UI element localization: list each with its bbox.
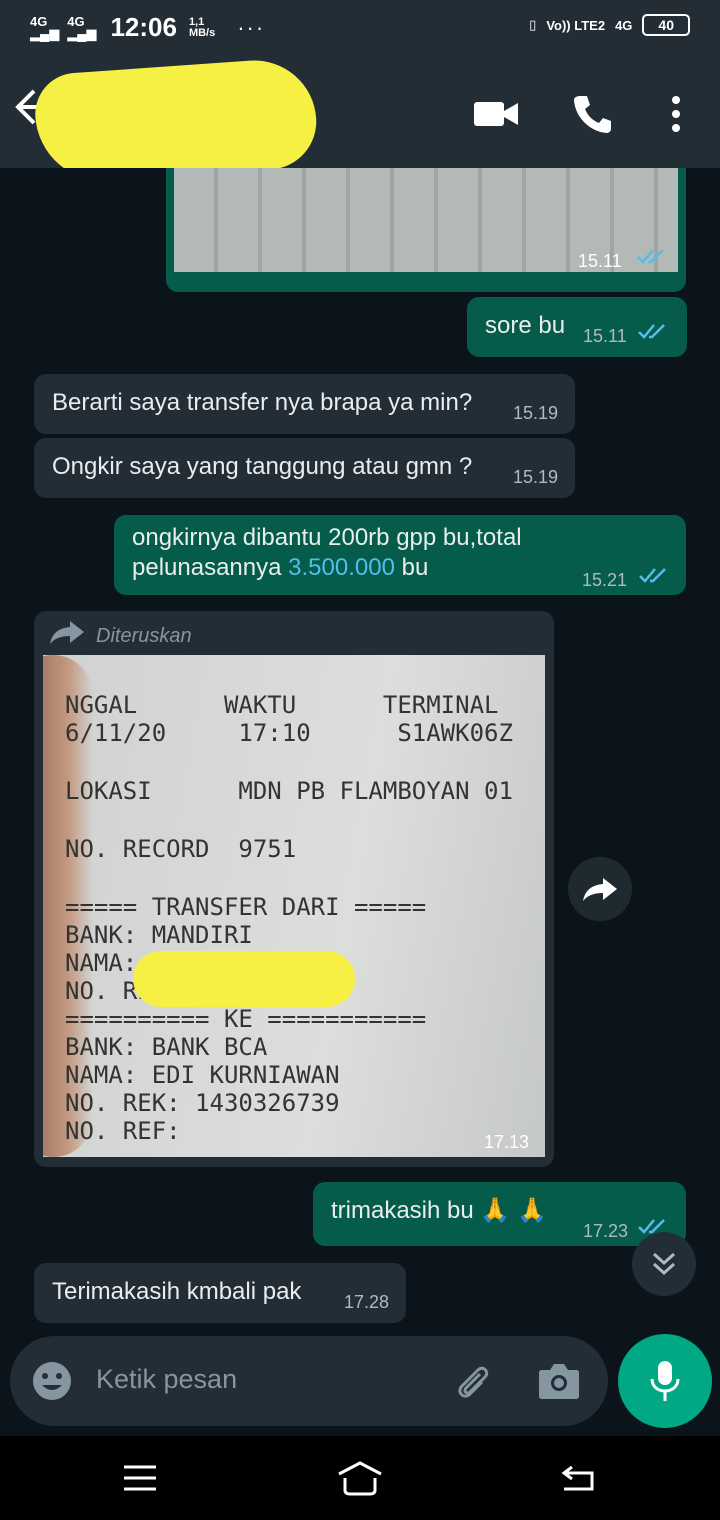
outgoing-text-message[interactable]: ongkirnya dibantu 200rb gpp bu,total pel… [114,515,686,595]
message-time: 15.21 [582,570,628,590]
scroll-to-bottom-button[interactable] [632,1232,696,1296]
attachment-icon[interactable] [450,1360,494,1404]
receipt-line: NO. RECORD 9751 [65,835,297,863]
network-type-3: 4G [615,17,633,33]
message-time: 15.19 [513,467,559,487]
message-text: Terimakasih kmbali pak [52,1278,302,1305]
message-input[interactable]: Ketik pesan [96,1364,237,1395]
vibrate-icon: ▯ [529,17,537,32]
notification-dots: ··· [237,14,266,40]
signal-1: 4G ▂▄▆ [30,15,60,41]
receipt-spacer [65,747,513,777]
message-time: 17.13 [484,1132,530,1152]
system-navigation-bar [0,1436,720,1520]
receipt-line: 6/11/20 17:10 S1AWK06Z [65,719,513,747]
receipt-photo[interactable]: NGGAL WAKTU TERMINAL 6/11/20 17:10 S1AWK… [43,655,545,1157]
message-time: 15.11 [583,326,627,346]
read-ticks-icon [637,249,664,264]
message-time: 15.11 [578,251,622,271]
clock: 12:06 [110,12,177,42]
message-time: 15.19 [513,403,559,423]
receipt-spacer [65,805,513,835]
message-text-suffix: bu [394,554,429,581]
receipt-line: NAMA: EDI KURNIAWAN [65,1061,340,1089]
volte-indicator: Vo)) LTE2 [546,17,606,33]
incoming-text-message[interactable]: Ongkir saya yang tanggung atau gmn ? 15.… [34,438,575,498]
status-left: 4G ▂▄▆ 4G ▂▄▆ 12:06 1,1 MB/s ··· [30,12,265,43]
status-bar: 4G ▂▄▆ 4G ▂▄▆ 12:06 1,1 MB/s ··· ▯ Vo)) … [0,0,720,56]
receipt-line: NGGAL WAKTU TERMINAL [65,691,499,719]
outgoing-image-message[interactable]: 15.11 [166,168,686,292]
redacted-account-number [133,951,355,1007]
message-time: 17.28 [344,1292,390,1312]
chat-header [0,56,720,186]
voice-record-button[interactable] [618,1334,712,1428]
message-text: trimakasih bu 🙏 🙏 [331,1197,547,1224]
double-chevron-down-icon [652,1252,676,1276]
incoming-forwarded-image-message[interactable]: Diteruskan NGGAL WAKTU TERMINAL 6/11/20 … [34,611,554,1167]
forward-button[interactable] [568,857,632,921]
status-right: ▯ Vo)) LTE2 4G 40 [529,14,690,36]
signal-bars-icon: ▂▄▆ [67,25,97,41]
message-text: sore bu [485,312,566,339]
read-ticks-icon [639,568,666,583]
menu-icon[interactable] [110,1458,170,1498]
incoming-text-message[interactable]: Terimakasih kmbali pak 17.28 [34,1263,406,1323]
receipt-line: ========== KE =========== [65,1005,427,1033]
speed-unit: MB/s [188,26,216,39]
message-text-prefix: pelunasannya [132,554,289,581]
receipt-line: NO. REF: [65,1117,181,1145]
phone-number-link[interactable]: 3.500.000 [288,554,395,581]
receipt-line: BANK: BANK BCA [65,1033,268,1061]
message-text-line-2: pelunasannya 3.500.000 bu [132,553,428,583]
message-time: 17.23 [583,1221,629,1241]
forward-arrow-icon [583,878,617,901]
message-text: Berarti saya transfer nya brapa ya min? [52,389,473,416]
message-text-line-1: ongkirnya dibantu 200rb gpp bu,total [132,524,522,551]
receipt-line: ===== TRANSFER DARI ===== [65,893,427,921]
home-icon[interactable] [330,1458,390,1498]
outgoing-text-message[interactable]: trimakasih bu 🙏 🙏 17.23 [313,1182,686,1246]
signal-bars-icon: ▂▄▆ [30,25,60,41]
forwarded-label: Diteruskan [96,625,192,647]
signal-2: 4G ▂▄▆ [67,15,97,41]
camera-icon[interactable] [538,1362,580,1400]
receipt-spacer [65,863,513,893]
emoji-icon[interactable] [32,1361,72,1401]
back-nav-icon[interactable] [548,1458,608,1498]
video-call-icon[interactable] [474,92,518,136]
receipt-line: BANK: MANDIRI [65,921,253,949]
read-ticks-icon [638,324,665,339]
receipt-line: NO. REK: 1430326739 [65,1089,340,1117]
speed-value: 1,1 [188,15,205,28]
forwarded-icon [50,621,84,644]
incoming-text-message[interactable]: Berarti saya transfer nya brapa ya min? … [34,374,575,434]
network-speed: 1,1 MB/s [188,15,216,39]
receipt-text: NGGAL WAKTU TERMINAL 6/11/20 17:10 S1AWK… [65,691,513,1145]
message-input-bar: Ketik pesan [10,1336,608,1426]
phone-call-icon[interactable] [570,92,614,136]
message-text: Ongkir saya yang tanggung atau gmn ? [52,453,473,480]
more-options-icon[interactable] [654,92,698,136]
redacted-contact-name[interactable] [32,56,320,186]
outgoing-text-message[interactable]: sore bu 15.11 [467,297,687,357]
receipt-line: LOKASI MDN PB FLAMBOYAN 01 [65,777,513,805]
chat-area[interactable]: 15.11 sore bu 15.11 Berarti saya transfe… [0,168,720,1436]
battery-indicator: 40 [642,14,690,36]
microphone-icon [650,1361,680,1401]
